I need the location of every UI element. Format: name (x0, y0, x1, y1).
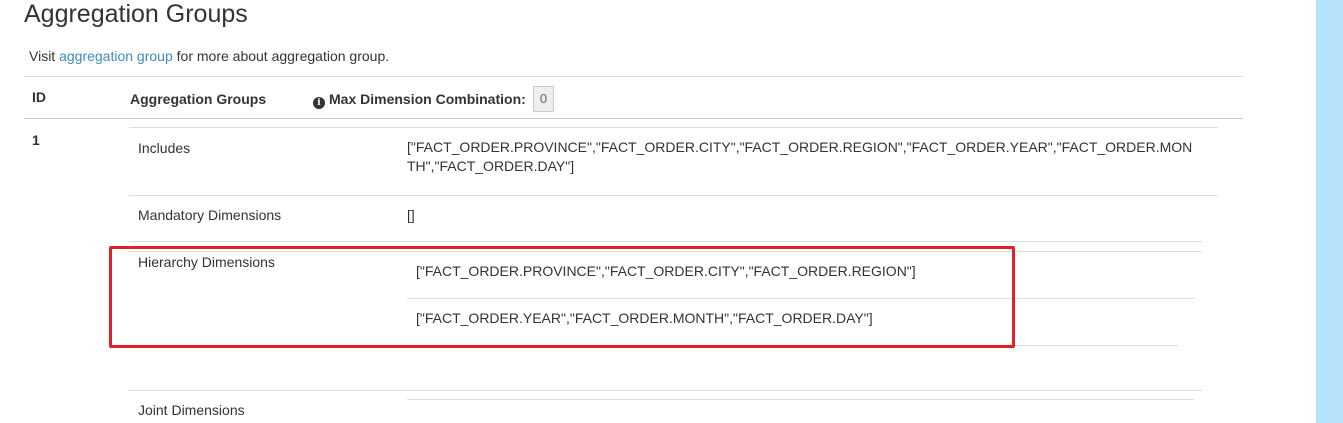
joint-dimensions-label: Joint Dimensions (138, 402, 245, 418)
includes-label: Includes (138, 140, 191, 156)
help-text-suffix: for more about aggregation group. (172, 48, 390, 64)
max-dimension-combination-label: Max Dimension Combination: (329, 91, 526, 107)
column-header-aggregation-groups: Aggregation Groups (130, 91, 267, 107)
row-divider-mandatory-top (129, 195, 1218, 196)
help-text-prefix: Visit (29, 48, 60, 64)
mandatory-dimensions-value: [] (407, 207, 415, 223)
page-title: Aggregation Groups (24, 0, 248, 28)
table-top-divider (24, 76, 1243, 77)
hierarchy-highlight-box (109, 246, 1015, 348)
includes-value: ["FACT_ORDER.PROVINCE","FACT_ORDER.CITY"… (407, 139, 1193, 174)
max-dimension-combination-input[interactable]: 0 (533, 86, 554, 112)
help-text: Visit aggregation group for more about a… (29, 47, 389, 65)
aggregation-groups-page: Aggregation Groups Visit aggregation gro… (0, 0, 1343, 423)
side-panel (1316, 0, 1343, 423)
table-row-id: 1 (32, 132, 40, 148)
mandatory-dimensions-label: Mandatory Dimensions (138, 207, 282, 223)
row-divider-joint-top (129, 390, 1202, 391)
aggregation-group-link[interactable]: aggregation group (59, 48, 173, 64)
row-divider-includes-top (129, 127, 1218, 128)
column-header-max-dimension-combination: i Max Dimension Combination: (313, 90, 526, 109)
column-header-id: ID (32, 89, 46, 105)
joint-value-divider (407, 399, 1194, 400)
table-header-divider (24, 118, 1243, 119)
info-icon[interactable]: i (313, 97, 325, 109)
row-divider-hierarchy-top (129, 241, 1202, 242)
